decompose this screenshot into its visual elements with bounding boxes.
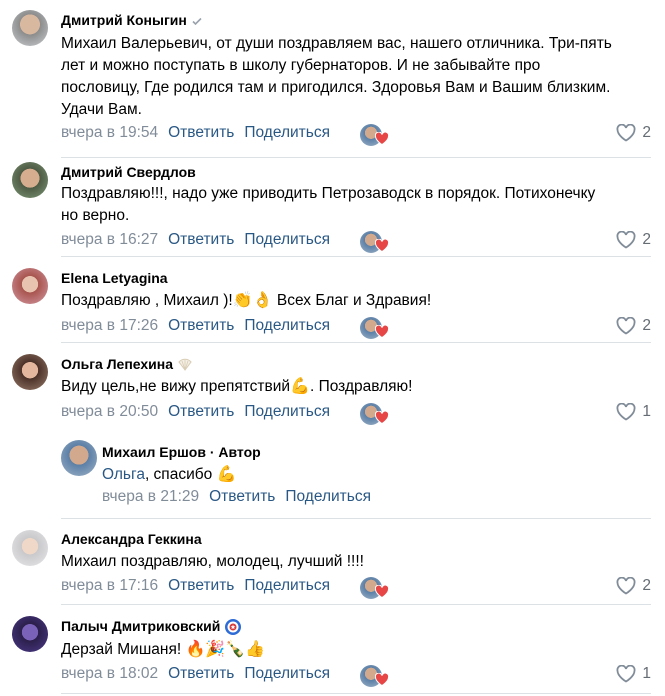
reply-comment: Михаил Ершов · Автор Ольга, спасибо 💪 вч… bbox=[0, 428, 665, 519]
like-button[interactable]: 2 bbox=[616, 124, 651, 142]
comment-author[interactable]: Палыч Дмитриковский bbox=[61, 618, 242, 636]
comment-time[interactable]: вчера в 17:26 bbox=[61, 317, 158, 334]
like-count: 1 bbox=[642, 403, 651, 420]
comment: Палыч Дмитриковский Дерзай Мишаня! 🔥🎉🍾👍 … bbox=[0, 604, 665, 696]
verified-check-icon bbox=[192, 18, 202, 26]
comment-meta: вчера в 17:16 Ответить Поделиться bbox=[61, 577, 330, 595]
comment-time[interactable]: вчера в 18:02 bbox=[61, 665, 158, 682]
comment-author[interactable]: Ольга Лепехина bbox=[61, 356, 193, 372]
share-button[interactable]: Поделиться bbox=[244, 231, 330, 248]
like-count: 2 bbox=[642, 577, 651, 594]
share-button[interactable]: Поделиться bbox=[244, 665, 330, 682]
comment-text: Поздравляю , Михаил )!👏👌 Всех Благ и Здр… bbox=[61, 290, 432, 309]
comment-author[interactable]: Михаил Ершов · Автор bbox=[102, 444, 261, 460]
comment: Дмитрий Свердлов Поздравляю!!!, надо уже… bbox=[0, 160, 665, 257]
heart-icon bbox=[375, 325, 389, 338]
comment-author[interactable]: Дмитрий Свердлов bbox=[61, 164, 196, 180]
comment-text: Ольга, спасибо 💪 bbox=[102, 464, 237, 483]
heart-outline-icon bbox=[616, 317, 636, 335]
reply-button[interactable]: Ответить bbox=[209, 488, 275, 505]
heart-icon bbox=[375, 239, 389, 252]
author-tag: · Автор bbox=[205, 444, 261, 460]
like-count: 2 bbox=[642, 231, 651, 248]
like-button[interactable]: 2 bbox=[616, 577, 651, 595]
comment-text: Михаил поздравляю, молодец, лучший !!!! bbox=[61, 553, 364, 570]
heart-outline-icon bbox=[616, 403, 636, 421]
avatar[interactable] bbox=[12, 530, 48, 566]
share-button[interactable]: Поделиться bbox=[244, 124, 330, 141]
avatar[interactable] bbox=[12, 268, 48, 304]
comment-time[interactable]: вчера в 16:27 bbox=[61, 231, 158, 248]
comment-author[interactable]: Дмитрий Коныгин bbox=[61, 12, 203, 28]
comment-time[interactable]: вчера в 19:54 bbox=[61, 124, 158, 141]
comment-author[interactable]: Александра Геккина bbox=[61, 531, 202, 547]
comment-text: Поздравляю!!!, надо уже приводить Петроз… bbox=[61, 185, 596, 224]
heart-icon bbox=[375, 132, 389, 145]
comment-text: Дерзай Мишаня! 🔥🎉🍾👍 bbox=[61, 639, 266, 658]
avatar[interactable] bbox=[12, 616, 48, 652]
heart-icon bbox=[375, 673, 389, 686]
comment-time[interactable]: вчера в 20:50 bbox=[61, 403, 158, 420]
comment: Александра Геккина Михаил поздравляю, мо… bbox=[0, 518, 665, 605]
comment-meta: вчера в 21:29 Ответить Поделиться bbox=[102, 488, 371, 506]
comment-meta: вчера в 20:50 Ответить Поделиться bbox=[61, 403, 330, 421]
comment: Дмитрий Коныгин Михаил Валерьевич, от ду… bbox=[0, 0, 665, 160]
share-button[interactable]: Поделиться bbox=[285, 488, 371, 505]
share-button[interactable]: Поделиться bbox=[244, 317, 330, 334]
comment-text: Виду цель,не вижу препятствий💪. Поздравл… bbox=[61, 376, 413, 395]
avatar[interactable] bbox=[61, 440, 97, 476]
emoji: 👏👌 bbox=[232, 290, 273, 309]
heart-outline-icon bbox=[616, 231, 636, 249]
mention-link[interactable]: Ольга bbox=[102, 466, 145, 483]
comment: Ольга Лепехина Виду цель,не вижу препятс… bbox=[0, 342, 665, 428]
divider bbox=[61, 157, 651, 158]
heart-outline-icon bbox=[616, 665, 636, 683]
like-button[interactable]: 2 bbox=[616, 317, 651, 335]
avatar[interactable] bbox=[12, 354, 48, 390]
reply-button[interactable]: Ответить bbox=[168, 124, 234, 141]
share-button[interactable]: Поделиться bbox=[244, 403, 330, 420]
reply-button[interactable]: Ответить bbox=[168, 317, 234, 334]
like-count: 2 bbox=[642, 317, 651, 334]
shell-icon bbox=[178, 359, 192, 372]
emoji: 💪 bbox=[290, 376, 310, 395]
reply-button[interactable]: Ответить bbox=[168, 577, 234, 594]
captain-america-icon bbox=[225, 619, 242, 636]
divider bbox=[61, 693, 651, 694]
reply-button[interactable]: Ответить bbox=[168, 231, 234, 248]
comment-time[interactable]: вчера в 21:29 bbox=[102, 488, 199, 505]
comment-meta: вчера в 16:27 Ответить Поделиться bbox=[61, 231, 330, 249]
heart-outline-icon bbox=[616, 124, 636, 142]
avatar[interactable] bbox=[12, 162, 48, 198]
reply-button[interactable]: Ответить bbox=[168, 403, 234, 420]
comment-time[interactable]: вчера в 17:16 bbox=[61, 577, 158, 594]
heart-icon bbox=[375, 411, 389, 424]
like-button[interactable]: 1 bbox=[616, 665, 651, 683]
comment-meta: вчера в 19:54 Ответить Поделиться bbox=[61, 124, 330, 142]
heart-icon bbox=[375, 585, 389, 598]
comment-meta: вчера в 17:26 Ответить Поделиться bbox=[61, 317, 330, 335]
comment-text: Михаил Валерьевич, от души поздравляем в… bbox=[61, 35, 612, 118]
share-button[interactable]: Поделиться bbox=[244, 577, 330, 594]
emoji: 💪 bbox=[216, 464, 237, 483]
avatar[interactable] bbox=[12, 10, 48, 46]
like-count: 1 bbox=[642, 665, 651, 682]
heart-outline-icon bbox=[616, 577, 636, 595]
like-button[interactable]: 1 bbox=[616, 403, 651, 421]
like-count: 2 bbox=[642, 124, 651, 141]
comment-author[interactable]: Elena Letyagina bbox=[61, 270, 168, 286]
comment: Elena Letyagina Поздравляю , Михаил )!👏👌… bbox=[0, 256, 665, 343]
emoji: 🔥🎉🍾👍 bbox=[185, 639, 266, 658]
comment-meta: вчера в 18:02 Ответить Поделиться bbox=[61, 665, 330, 683]
reply-button[interactable]: Ответить bbox=[168, 665, 234, 682]
like-button[interactable]: 2 bbox=[616, 231, 651, 249]
